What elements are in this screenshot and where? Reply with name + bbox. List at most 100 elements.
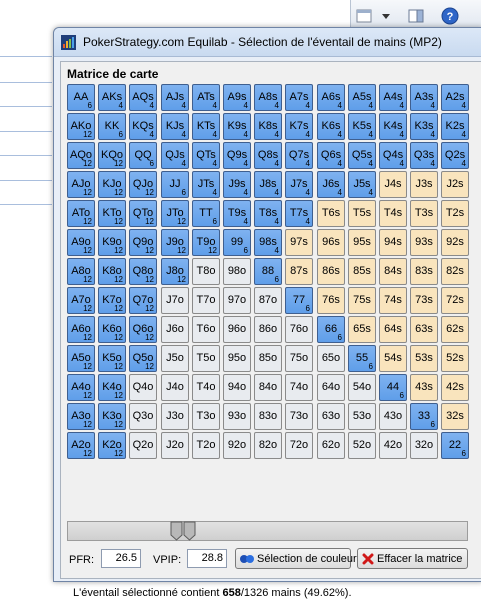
hand-cell-95s[interactable]: 95s xyxy=(348,229,376,256)
hand-cell-T6s[interactable]: T6s xyxy=(317,200,345,227)
hand-cell-97o[interactable]: 97o xyxy=(223,287,251,314)
hand-cell-A7o[interactable]: A7o 12 xyxy=(67,287,95,314)
hand-cell-K6o[interactable]: K6o 12 xyxy=(98,316,126,343)
hand-cell-K9o[interactable]: K9o 12 xyxy=(98,229,126,256)
hand-cell-AKo[interactable]: AKo 12 xyxy=(67,113,95,140)
hand-cell-73s[interactable]: 73s xyxy=(410,287,438,314)
hand-cell-T5s[interactable]: T5s xyxy=(348,200,376,227)
hand-cell-Q7s[interactable]: Q7s 4 xyxy=(285,142,313,169)
hand-cell-AA[interactable]: AA 6 xyxy=(67,84,95,111)
hand-cell-82o[interactable]: 82o xyxy=(254,432,282,459)
hand-cell-AJs[interactable]: AJs 4 xyxy=(161,84,189,111)
hand-cell-K2o[interactable]: K2o 12 xyxy=(98,432,126,459)
hand-cell-Q2o[interactable]: Q2o xyxy=(129,432,157,459)
hand-cell-J4s[interactable]: J4s xyxy=(379,171,407,198)
hand-cell-A4s[interactable]: A4s 4 xyxy=(379,84,407,111)
hand-cell-84o[interactable]: 84o xyxy=(254,374,282,401)
hand-cell-62o[interactable]: 62o xyxy=(317,432,345,459)
hand-cell-65s[interactable]: 65s xyxy=(348,316,376,343)
hand-cell-K3s[interactable]: K3s 4 xyxy=(410,113,438,140)
hand-cell-88[interactable]: 88 6 xyxy=(254,258,282,285)
hand-cell-62s[interactable]: 62s xyxy=(441,316,469,343)
hand-cell-Q8o[interactable]: Q8o 12 xyxy=(129,258,157,285)
hand-cell-T9o[interactable]: T9o 12 xyxy=(192,229,220,256)
hand-cell-Q9s[interactable]: Q9s 4 xyxy=(223,142,251,169)
hand-cell-T8o[interactable]: T8o xyxy=(192,258,220,285)
hand-cell-K4o[interactable]: K4o 12 xyxy=(98,374,126,401)
hand-cell-T4o[interactable]: T4o xyxy=(192,374,220,401)
hand-cell-A6o[interactable]: A6o 12 xyxy=(67,316,95,343)
hand-cell-94o[interactable]: 94o xyxy=(223,374,251,401)
hand-cell-KQs[interactable]: KQs 4 xyxy=(129,113,157,140)
hand-cell-AQo[interactable]: AQo 12 xyxy=(67,142,95,169)
hand-cell-K3o[interactable]: K3o 12 xyxy=(98,403,126,430)
hand-cell-K7s[interactable]: K7s 4 xyxy=(285,113,313,140)
title-bar[interactable]: PokerStrategy.com Equilab - Sélection de… xyxy=(54,28,481,57)
hand-cell-J2s[interactable]: J2s xyxy=(441,171,469,198)
layout-icon[interactable] xyxy=(405,5,427,27)
hand-cell-KTo[interactable]: KTo 12 xyxy=(98,200,126,227)
hand-cell-K8s[interactable]: K8s 4 xyxy=(254,113,282,140)
hand-cell-QTo[interactable]: QTo 12 xyxy=(129,200,157,227)
hand-cell-93s[interactable]: 93s xyxy=(410,229,438,256)
hand-cell-92s[interactable]: 92s xyxy=(441,229,469,256)
hand-cell-AJo[interactable]: AJo 12 xyxy=(67,171,95,198)
hand-cell-72s[interactable]: 72s xyxy=(441,287,469,314)
hand-cell-83s[interactable]: 83s xyxy=(410,258,438,285)
hand-cell-QJo[interactable]: QJo 12 xyxy=(129,171,157,198)
hand-cell-KJs[interactable]: KJs 4 xyxy=(161,113,189,140)
hand-cell-A8s[interactable]: A8s 4 xyxy=(254,84,282,111)
hand-cell-TT[interactable]: TT 6 xyxy=(192,200,220,227)
hand-cell-J7o[interactable]: J7o xyxy=(161,287,189,314)
vpip-input[interactable]: 28.8 xyxy=(187,549,227,568)
hand-cell-63o[interactable]: 63o xyxy=(317,403,345,430)
hand-cell-96o[interactable]: 96o xyxy=(223,316,251,343)
hand-cell-J7s[interactable]: J7s 4 xyxy=(285,171,313,198)
hand-cell-32o[interactable]: 32o xyxy=(410,432,438,459)
hand-cell-72o[interactable]: 72o xyxy=(285,432,313,459)
hand-cell-74s[interactable]: 74s xyxy=(379,287,407,314)
hand-cell-A4o[interactable]: A4o 12 xyxy=(67,374,95,401)
hand-cell-55[interactable]: 55 6 xyxy=(348,345,376,372)
hand-cell-A3s[interactable]: A3s 4 xyxy=(410,84,438,111)
hand-cell-Q7o[interactable]: Q7o 12 xyxy=(129,287,157,314)
hand-cell-A9o[interactable]: A9o 12 xyxy=(67,229,95,256)
hand-cell-A8o[interactable]: A8o 12 xyxy=(67,258,95,285)
hand-cell-A3o[interactable]: A3o 12 xyxy=(67,403,95,430)
hand-cell-Q6s[interactable]: Q6s 4 xyxy=(317,142,345,169)
hand-cell-85o[interactable]: 85o xyxy=(254,345,282,372)
hand-cell-Q6o[interactable]: Q6o 12 xyxy=(129,316,157,343)
pfr-input[interactable]: 26.5 xyxy=(101,549,141,568)
hand-cell-KQo[interactable]: KQo 12 xyxy=(98,142,126,169)
hand-cell-J4o[interactable]: J4o xyxy=(161,374,189,401)
hand-cell-Q8s[interactable]: Q8s 4 xyxy=(254,142,282,169)
hand-cell-Q4s[interactable]: Q4s 4 xyxy=(379,142,407,169)
hand-cell-32s[interactable]: 32s xyxy=(441,403,469,430)
hand-cell-T9s[interactable]: T9s 4 xyxy=(223,200,251,227)
hand-cell-86s[interactable]: 86s xyxy=(317,258,345,285)
hand-cell-52o[interactable]: 52o xyxy=(348,432,376,459)
hand-cell-A7s[interactable]: A7s 4 xyxy=(285,84,313,111)
hand-cell-T4s[interactable]: T4s xyxy=(379,200,407,227)
hand-cell-93o[interactable]: 93o xyxy=(223,403,251,430)
hand-cell-T7o[interactable]: T7o xyxy=(192,287,220,314)
hand-cell-77[interactable]: 77 6 xyxy=(285,287,313,314)
hand-cell-Q3s[interactable]: Q3s 4 xyxy=(410,142,438,169)
hand-cell-ATo[interactable]: ATo 12 xyxy=(67,200,95,227)
hand-cell-J8o[interactable]: J8o 12 xyxy=(161,258,189,285)
hand-cell-94s[interactable]: 94s xyxy=(379,229,407,256)
hand-cell-92o[interactable]: 92o xyxy=(223,432,251,459)
hand-cell-KK[interactable]: KK 6 xyxy=(98,113,126,140)
hand-cell-43o[interactable]: 43o xyxy=(379,403,407,430)
hand-cell-QJs[interactable]: QJs 4 xyxy=(161,142,189,169)
hand-cell-A9s[interactable]: A9s 4 xyxy=(223,84,251,111)
hand-cell-98o[interactable]: 98o xyxy=(223,258,251,285)
hand-cell-53s[interactable]: 53s xyxy=(410,345,438,372)
hand-cell-A2s[interactable]: A2s 4 xyxy=(441,84,469,111)
hand-cell-A5s[interactable]: A5s 4 xyxy=(348,84,376,111)
hand-cell-54o[interactable]: 54o xyxy=(348,374,376,401)
hand-cell-Q5o[interactable]: Q5o 12 xyxy=(129,345,157,372)
hand-cell-96s[interactable]: 96s xyxy=(317,229,345,256)
hand-cell-T3o[interactable]: T3o xyxy=(192,403,220,430)
color-selection-button[interactable]: Sélection de couleur xyxy=(235,548,357,569)
